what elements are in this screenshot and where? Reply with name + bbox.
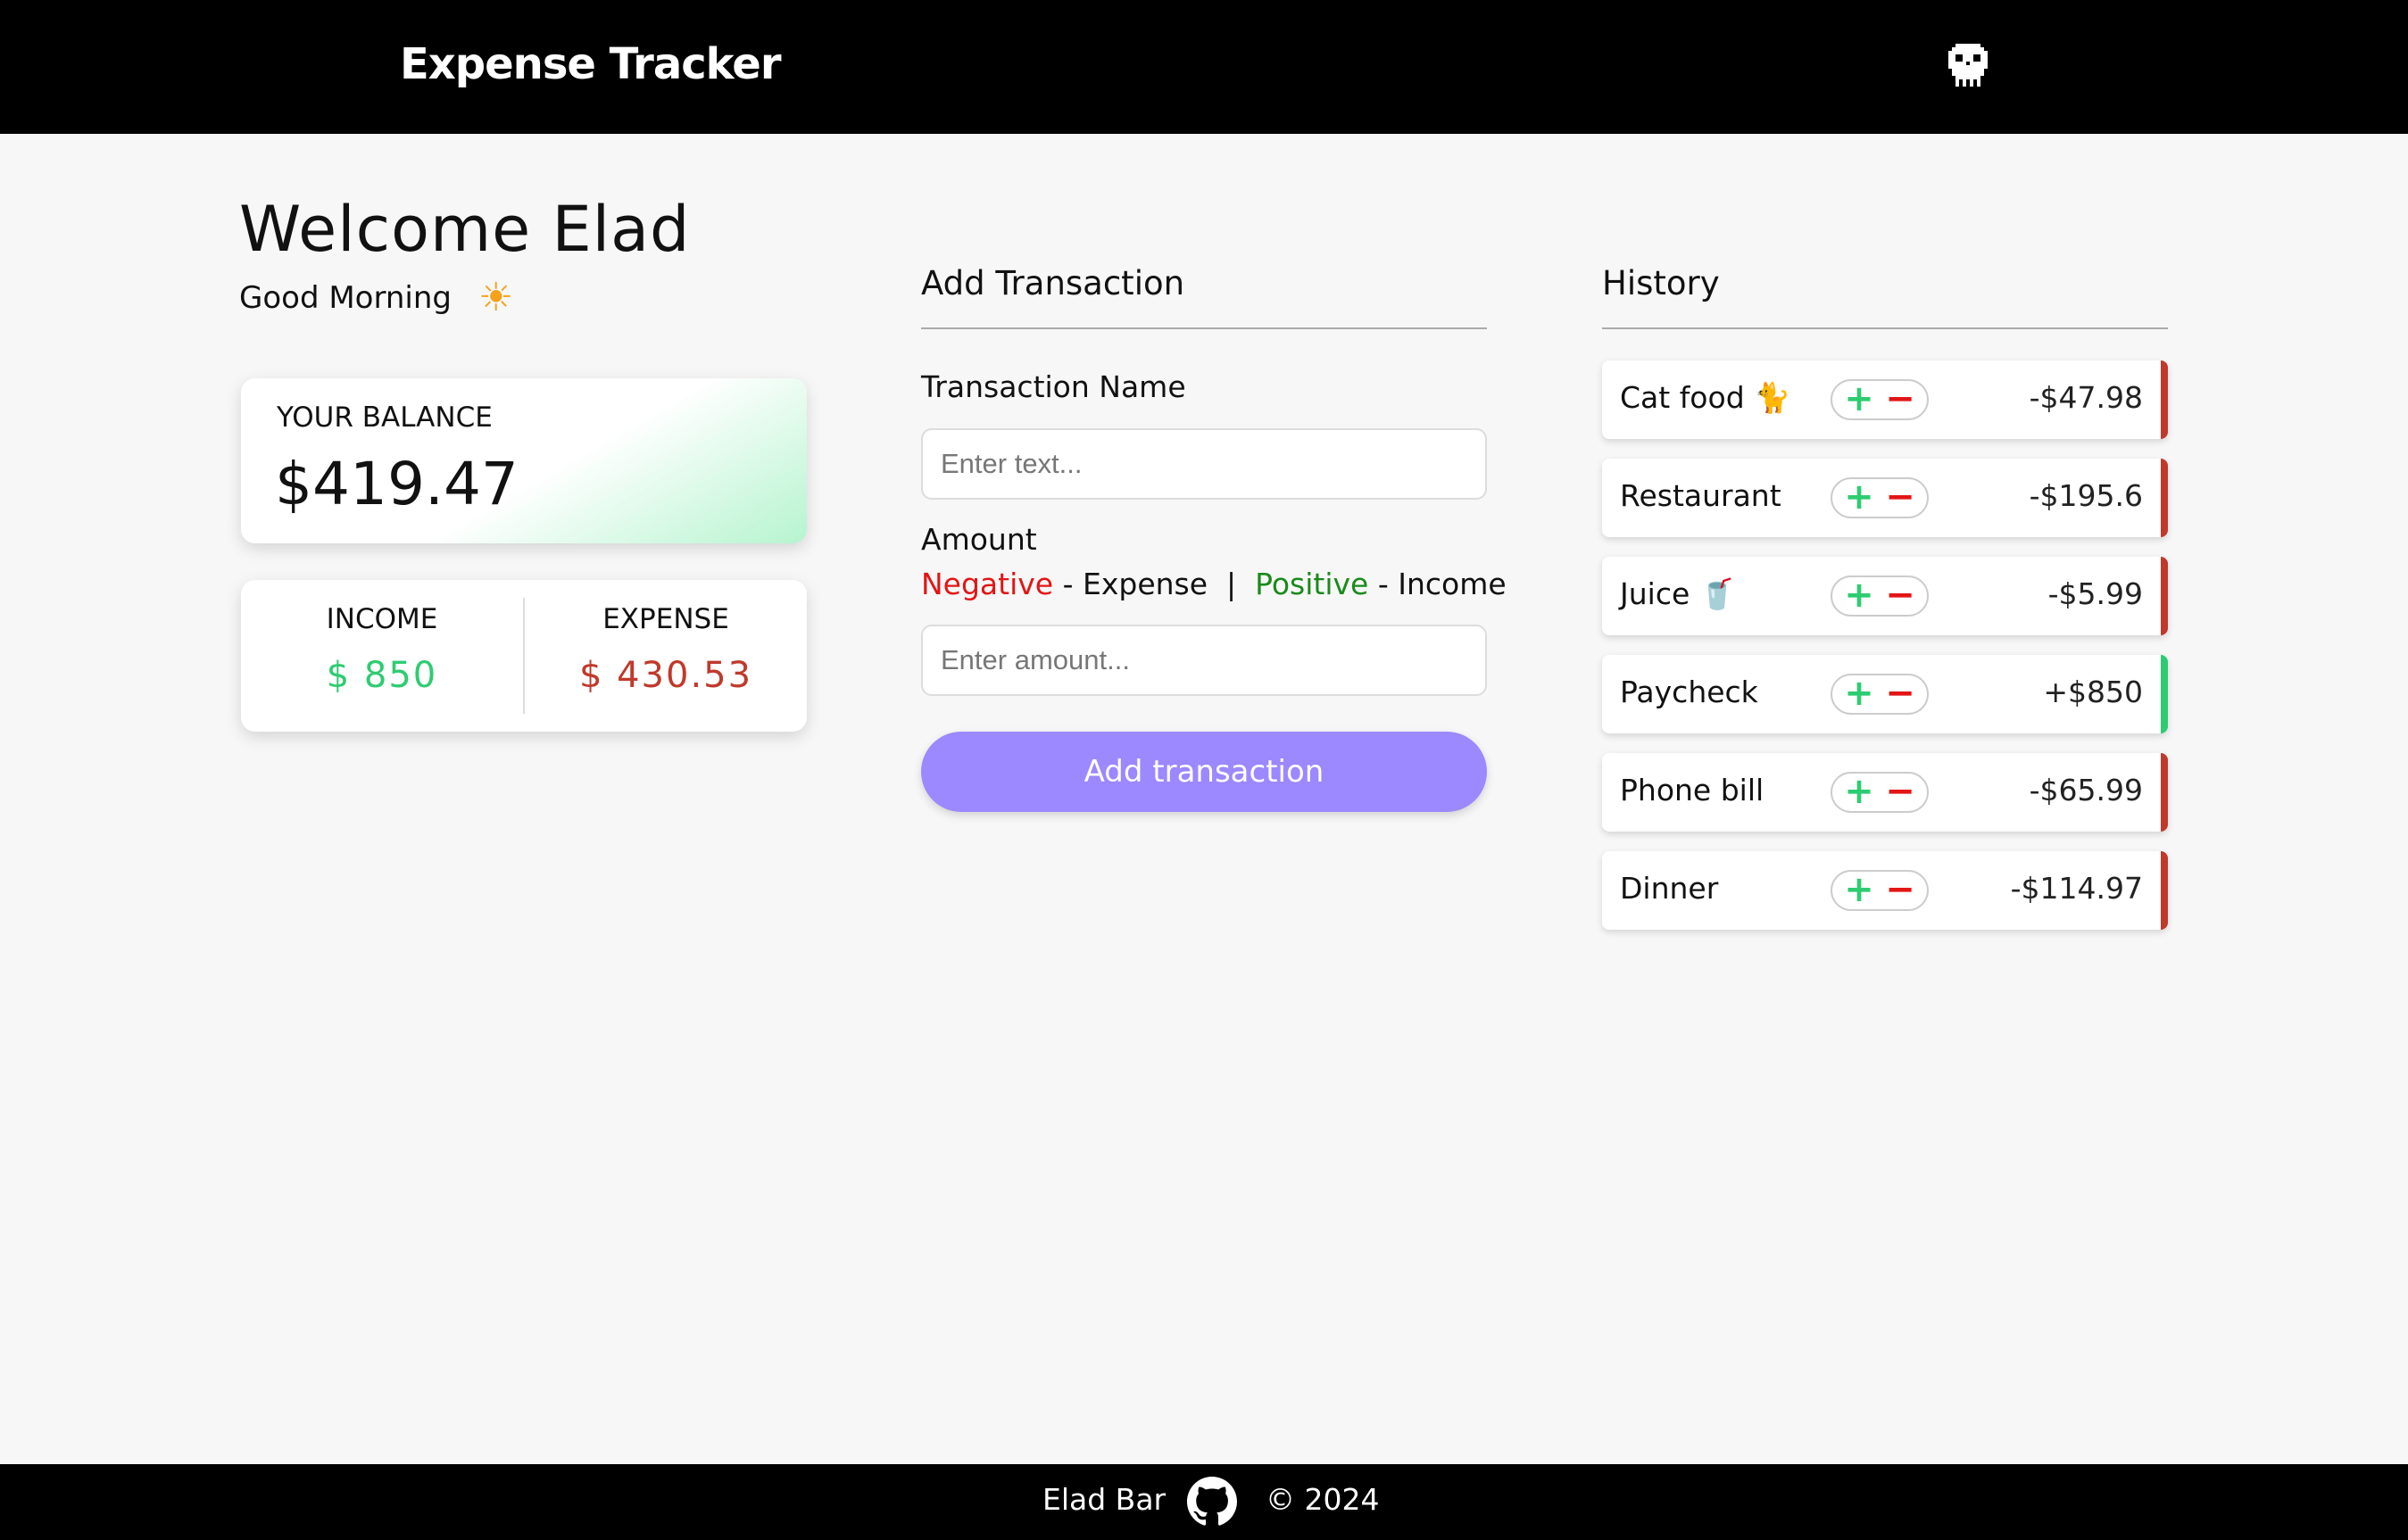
history-item: Juice 🥤 + − -$5.99 xyxy=(1602,557,2168,635)
income-value: $ 850 xyxy=(326,655,438,696)
history-item-controls: + − xyxy=(1831,477,1929,518)
author-name: Elad Bar xyxy=(1042,1482,1167,1517)
history-item-amount: -$47.98 xyxy=(2029,380,2143,415)
delete-button[interactable]: − xyxy=(1882,872,1918,907)
history-item: Cat food 🐈 + − -$47.98 xyxy=(1602,360,2168,439)
history-divider xyxy=(1602,327,2168,329)
amount-label: Amount xyxy=(921,522,1037,557)
history-item-name: Dinner xyxy=(1620,871,1719,906)
history-item-controls: + − xyxy=(1831,575,1929,617)
delete-button[interactable]: − xyxy=(1882,381,1918,417)
history-item: Restaurant + − -$195.6 xyxy=(1602,459,2168,537)
balance-value: $419.47 xyxy=(275,450,519,518)
add-transaction-button[interactable]: Add transaction xyxy=(921,732,1487,812)
mark-income-button[interactable]: + xyxy=(1841,675,1877,711)
mark-income-button[interactable]: + xyxy=(1841,381,1877,417)
history-item-amount: -$195.6 xyxy=(2029,478,2143,513)
greeting-text: Good Morning xyxy=(239,280,452,316)
mark-income-button[interactable]: + xyxy=(1841,872,1877,907)
history-item-controls: + − xyxy=(1831,870,1929,911)
expense-label: EXPENSE xyxy=(602,603,729,635)
balance-card: YOUR BALANCE $419.47 xyxy=(241,378,807,543)
add-transaction-divider xyxy=(921,327,1487,329)
footer: Elad Bar © 2024 xyxy=(0,1464,2408,1540)
history-item-name: Paycheck xyxy=(1620,675,1758,709)
copyright: © 2024 xyxy=(1266,1482,1380,1517)
balance-label: YOUR BALANCE xyxy=(277,402,493,434)
history-item: Dinner + − -$114.97 xyxy=(1602,851,2168,930)
delete-button[interactable]: − xyxy=(1882,675,1918,711)
history-item-name: Restaurant xyxy=(1620,478,1781,513)
history-item-controls: + − xyxy=(1831,772,1929,813)
history-item: Phone bill + − -$65.99 xyxy=(1602,753,2168,832)
amount-hint: Negative - Expense | Positive - Income xyxy=(921,567,1507,601)
mark-income-button[interactable]: + xyxy=(1841,774,1877,809)
history-item-amount: -$65.99 xyxy=(2029,773,2143,807)
delete-button[interactable]: − xyxy=(1882,479,1918,515)
income-expense-card: INCOME $ 850 EXPENSE $ 430.53 xyxy=(241,580,807,732)
history-item-name: Cat food 🐈 xyxy=(1620,380,1791,415)
sun-icon: ☀ xyxy=(477,275,514,320)
history-item: Paycheck + − +$850 xyxy=(1602,655,2168,733)
add-transaction-title: Add Transaction xyxy=(921,264,1185,302)
history-item-name: Phone bill xyxy=(1620,773,1764,807)
greeting: Good Morning ☀ xyxy=(239,278,513,318)
mark-income-button[interactable]: + xyxy=(1841,479,1877,515)
history-item-controls: + − xyxy=(1831,379,1929,420)
welcome-heading: Welcome Elad xyxy=(239,193,691,266)
transaction-name-label: Transaction Name xyxy=(921,369,1186,404)
expense-value: $ 430.53 xyxy=(578,655,753,696)
mark-income-button[interactable]: + xyxy=(1841,577,1877,613)
hint-income: - Income xyxy=(1368,567,1507,601)
history-item-amount: +$850 xyxy=(2043,675,2143,709)
history-item-controls: + − xyxy=(1831,674,1929,715)
history-title: History xyxy=(1602,264,1720,302)
app-title: Expense Tracker xyxy=(400,39,782,89)
delete-button[interactable]: − xyxy=(1882,577,1918,613)
history-item-amount: -$114.97 xyxy=(2010,871,2143,906)
transaction-name-input[interactable] xyxy=(921,428,1487,500)
hint-negative: Negative xyxy=(921,567,1054,601)
top-navbar: Expense Tracker xyxy=(0,0,2408,134)
amount-input[interactable] xyxy=(921,625,1487,696)
income-label: INCOME xyxy=(326,603,438,635)
history-item-name: Juice 🥤 xyxy=(1620,576,1736,611)
delete-button[interactable]: − xyxy=(1882,774,1918,809)
github-icon[interactable] xyxy=(1187,1477,1237,1527)
hint-positive: Positive xyxy=(1255,567,1369,601)
skull-icon[interactable] xyxy=(1948,43,1988,91)
income-column: INCOME $ 850 xyxy=(241,603,523,696)
expense-column: EXPENSE $ 430.53 xyxy=(525,603,807,696)
history-item-amount: -$5.99 xyxy=(2047,576,2143,611)
hint-expense: - Expense | xyxy=(1053,567,1256,601)
